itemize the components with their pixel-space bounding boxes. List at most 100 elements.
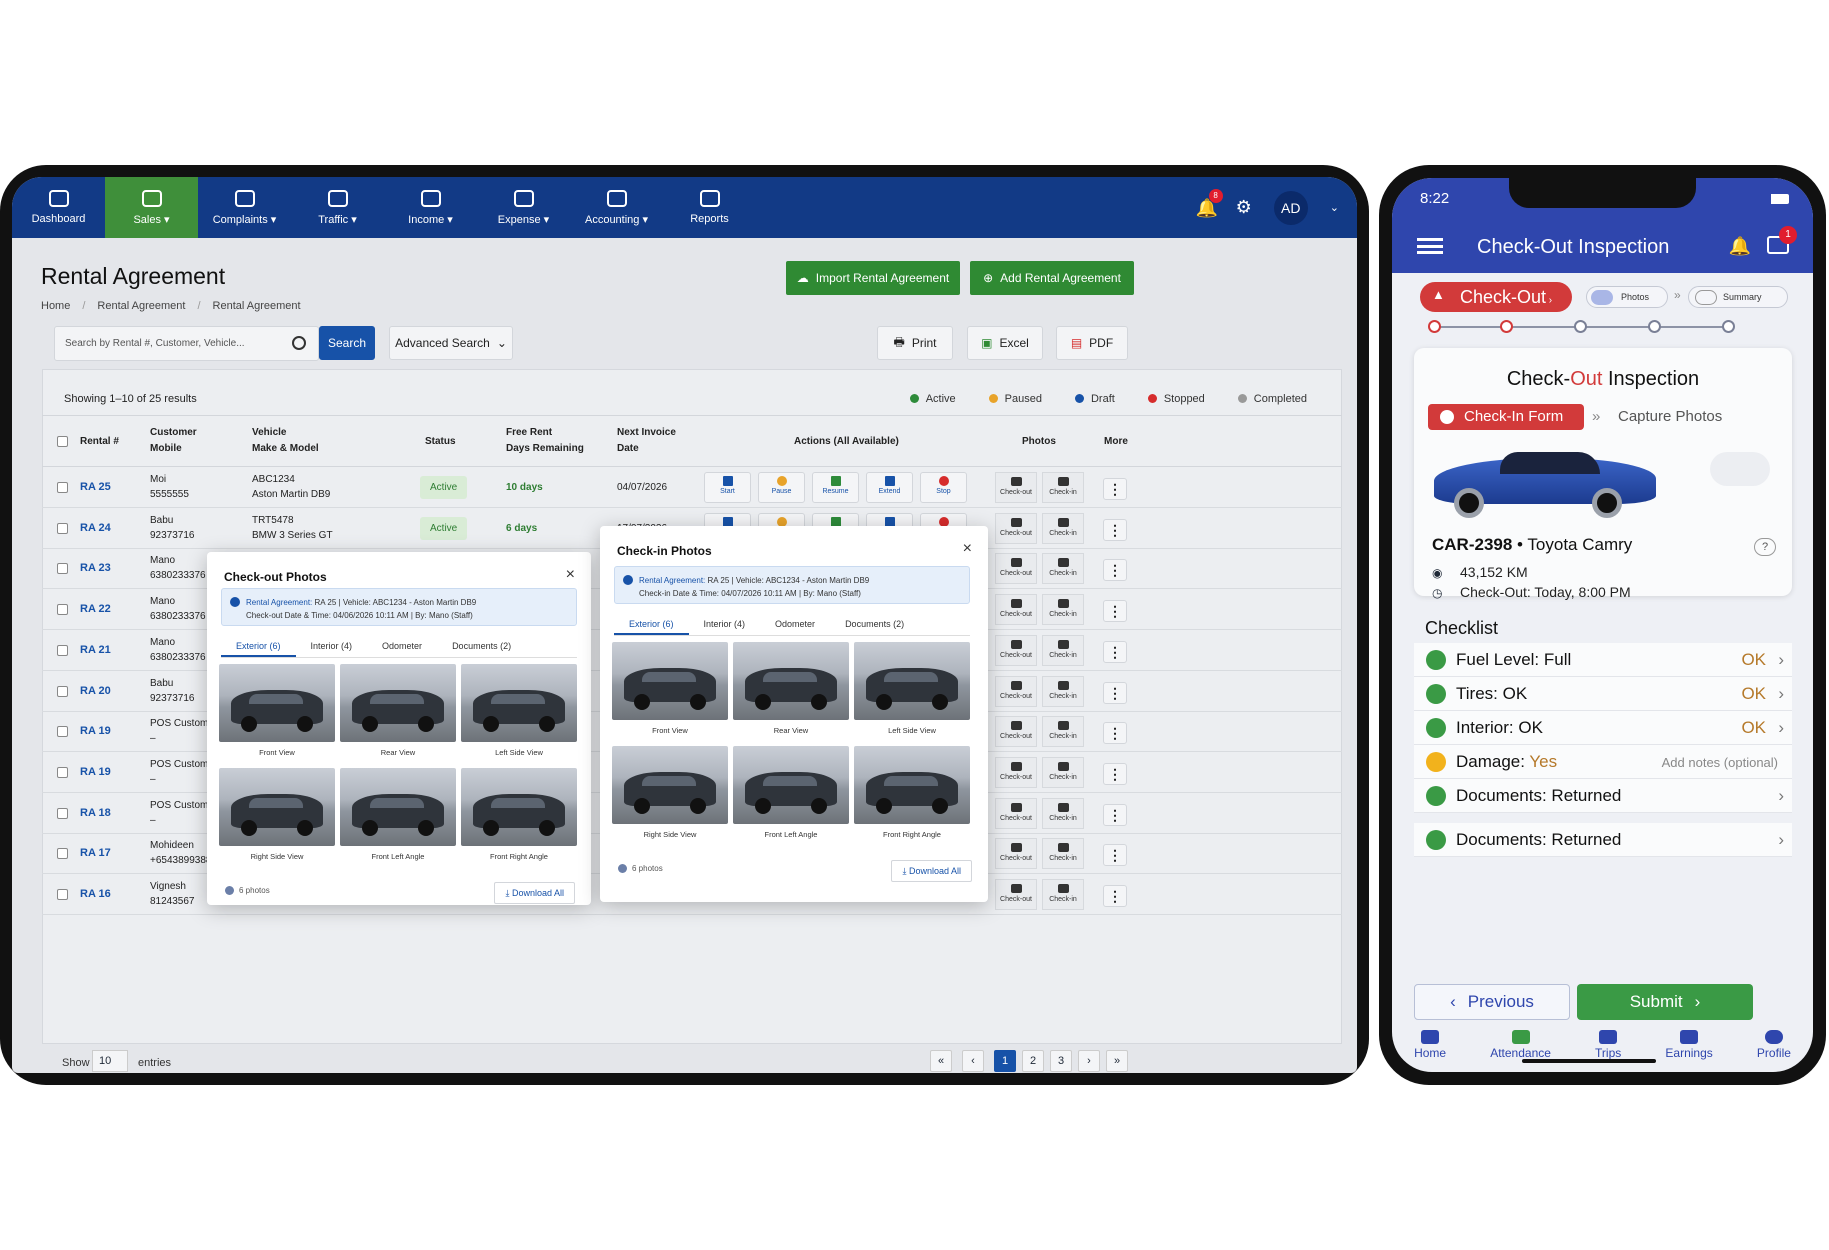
checkout-photos-button[interactable]: Check-out	[995, 594, 1037, 626]
checkout-photos-button[interactable]: Check-out	[995, 634, 1037, 666]
checkout-photos-button[interactable]: Check-out	[995, 512, 1037, 544]
checkout-photos-button[interactable]: Check-out	[995, 797, 1037, 829]
help-icon[interactable]: ?	[1754, 538, 1776, 556]
checkin-photos-button[interactable]: Check-in	[1042, 512, 1084, 544]
start-button[interactable]: Start	[704, 472, 751, 503]
checkin-photos-button[interactable]: Check-in	[1042, 675, 1084, 707]
extend-button[interactable]: Extend	[866, 472, 913, 503]
row-checkbox[interactable]	[57, 848, 68, 860]
page-next[interactable]: ›	[1078, 1050, 1100, 1072]
checklist-item[interactable]: Fuel Level: Full OK ›	[1414, 643, 1792, 677]
checkout-photos-button[interactable]: Check-out	[995, 838, 1037, 870]
print-button[interactable]: 🖶 Print	[877, 326, 953, 360]
nav-sales[interactable]: Sales ▾	[105, 177, 198, 238]
more-options-icon[interactable]: ⋮	[1103, 803, 1127, 826]
rental-id-link[interactable]: RA 21	[80, 643, 111, 658]
checklist-item[interactable]: Interior: OK OK ›	[1414, 711, 1792, 745]
tab-odometer[interactable]: Odometer	[760, 616, 830, 635]
step-summary[interactable]: Summary	[1688, 286, 1788, 308]
tab-documents[interactable]: Documents (2)	[437, 638, 526, 657]
rental-id-link[interactable]: RA 17	[80, 846, 111, 861]
pdf-button[interactable]: ▤ PDF	[1056, 326, 1128, 360]
checkin-photos-button[interactable]: Check-in	[1042, 756, 1084, 788]
page-first[interactable]: «	[930, 1050, 952, 1072]
import-button[interactable]: ☁ Import Rental Agreement	[786, 261, 960, 295]
download-all-button[interactable]: ⤓ Download All	[891, 860, 972, 882]
checkout-photos-button[interactable]: Check-out	[995, 879, 1037, 910]
page-3[interactable]: 3	[1050, 1050, 1072, 1072]
car-photo[interactable]	[461, 768, 577, 846]
more-options-icon[interactable]: ⋮	[1103, 722, 1127, 745]
tab-attendance[interactable]: Attendance	[1490, 1030, 1551, 1072]
close-icon[interactable]: ×	[963, 540, 972, 558]
search-button[interactable]: Search	[319, 326, 375, 360]
car-photo[interactable]	[854, 746, 970, 824]
step-photos[interactable]: Photos	[1586, 286, 1668, 308]
menu-icon[interactable]	[1417, 238, 1443, 254]
chevron-down-icon[interactable]: ⌄	[1330, 201, 1339, 214]
checkin-photos-button[interactable]: Check-in	[1042, 472, 1084, 503]
tab-home[interactable]: Home	[1414, 1030, 1446, 1072]
row-checkbox[interactable]	[57, 604, 68, 616]
more-options-icon[interactable]: ⋮	[1103, 762, 1127, 785]
more-options-icon[interactable]: ⋮	[1103, 681, 1127, 704]
checkin-photos-button[interactable]: Check-in	[1042, 553, 1084, 585]
tab-interior[interactable]: Interior (4)	[689, 616, 761, 635]
checkout-photos-button[interactable]: Check-out	[995, 553, 1037, 585]
tab-profile[interactable]: Profile	[1757, 1030, 1791, 1072]
checkin-photos-button[interactable]: Check-in	[1042, 594, 1084, 626]
tab-odometer[interactable]: Odometer	[367, 638, 437, 657]
nav-traffic[interactable]: Traffic ▾	[291, 177, 384, 238]
step-checkout[interactable]: ▲ Check-Out ›	[1420, 282, 1572, 312]
more-options-icon[interactable]: ⋮	[1103, 844, 1127, 867]
checkout-photos-button[interactable]: Check-out	[995, 756, 1037, 788]
car-photo[interactable]	[612, 746, 728, 824]
car-photo[interactable]	[733, 746, 849, 824]
checklist-item[interactable]: Tires: OK OK ›	[1414, 677, 1792, 711]
row-checkbox[interactable]	[57, 563, 68, 575]
row-checkbox[interactable]	[57, 685, 68, 697]
stop-button[interactable]: Stop	[920, 472, 967, 503]
col-rental[interactable]: Rental #	[80, 434, 119, 450]
rental-id-link[interactable]: RA 20	[80, 684, 111, 699]
more-options-icon[interactable]: ⋮	[1103, 600, 1127, 623]
avatar[interactable]: AD	[1273, 190, 1308, 225]
nav-dashboard[interactable]: Dashboard	[12, 177, 105, 238]
row-checkbox[interactable]	[57, 482, 68, 493]
checkin-form-button[interactable]: Check-In Form	[1428, 404, 1584, 430]
row-checkbox[interactable]	[57, 766, 68, 778]
camera-icon[interactable]	[1710, 452, 1770, 486]
car-photo[interactable]	[219, 664, 335, 742]
rental-id-link[interactable]: RA 24	[80, 521, 111, 536]
checklist-item[interactable]: Damage: Yes Add notes (optional)	[1414, 745, 1792, 779]
bell-icon[interactable]: 🔔	[1729, 236, 1751, 257]
car-photo[interactable]	[340, 768, 456, 846]
close-icon[interactable]: ×	[566, 566, 575, 584]
car-photo[interactable]	[340, 664, 456, 742]
car-photo[interactable]	[461, 664, 577, 742]
rental-id-link[interactable]: RA 25	[80, 480, 111, 495]
rental-id-link[interactable]: RA 16	[80, 887, 111, 902]
checkin-photos-button[interactable]: Check-in	[1042, 879, 1084, 910]
rental-id-link[interactable]: RA 22	[80, 602, 111, 617]
tab-documents[interactable]: Documents (2)	[830, 616, 919, 635]
checkout-photos-button[interactable]: Check-out	[995, 716, 1037, 748]
breadcrumb-home[interactable]: Home	[41, 300, 70, 312]
more-options-icon[interactable]: ⋮	[1103, 518, 1127, 541]
nav-expense[interactable]: Expense ▾	[477, 177, 570, 238]
checkout-photos-button[interactable]: Check-out	[995, 675, 1037, 707]
download-all-button[interactable]: ⤓ Download All	[494, 882, 575, 904]
search-input[interactable]: Search by Rental #, Customer, Vehicle...	[54, 326, 319, 361]
nav-reports[interactable]: Reports	[663, 177, 756, 238]
tab-interior[interactable]: Interior (4)	[296, 638, 368, 657]
checkin-photos-button[interactable]: Check-in	[1042, 838, 1084, 870]
tab-exterior[interactable]: Exterior (6)	[614, 616, 689, 635]
more-options-icon[interactable]: ⋮	[1103, 885, 1127, 907]
rental-id-link[interactable]: RA 19	[80, 765, 111, 780]
more-options-icon[interactable]: ⋮	[1103, 559, 1127, 582]
checkin-photos-button[interactable]: Check-in	[1042, 716, 1084, 748]
entries-select[interactable]: 10 ⌄	[92, 1050, 128, 1073]
previous-button[interactable]: ‹ Previous	[1414, 984, 1570, 1020]
tab-trips[interactable]: Trips	[1595, 1030, 1621, 1072]
resume-button[interactable]: Resume	[812, 472, 859, 503]
